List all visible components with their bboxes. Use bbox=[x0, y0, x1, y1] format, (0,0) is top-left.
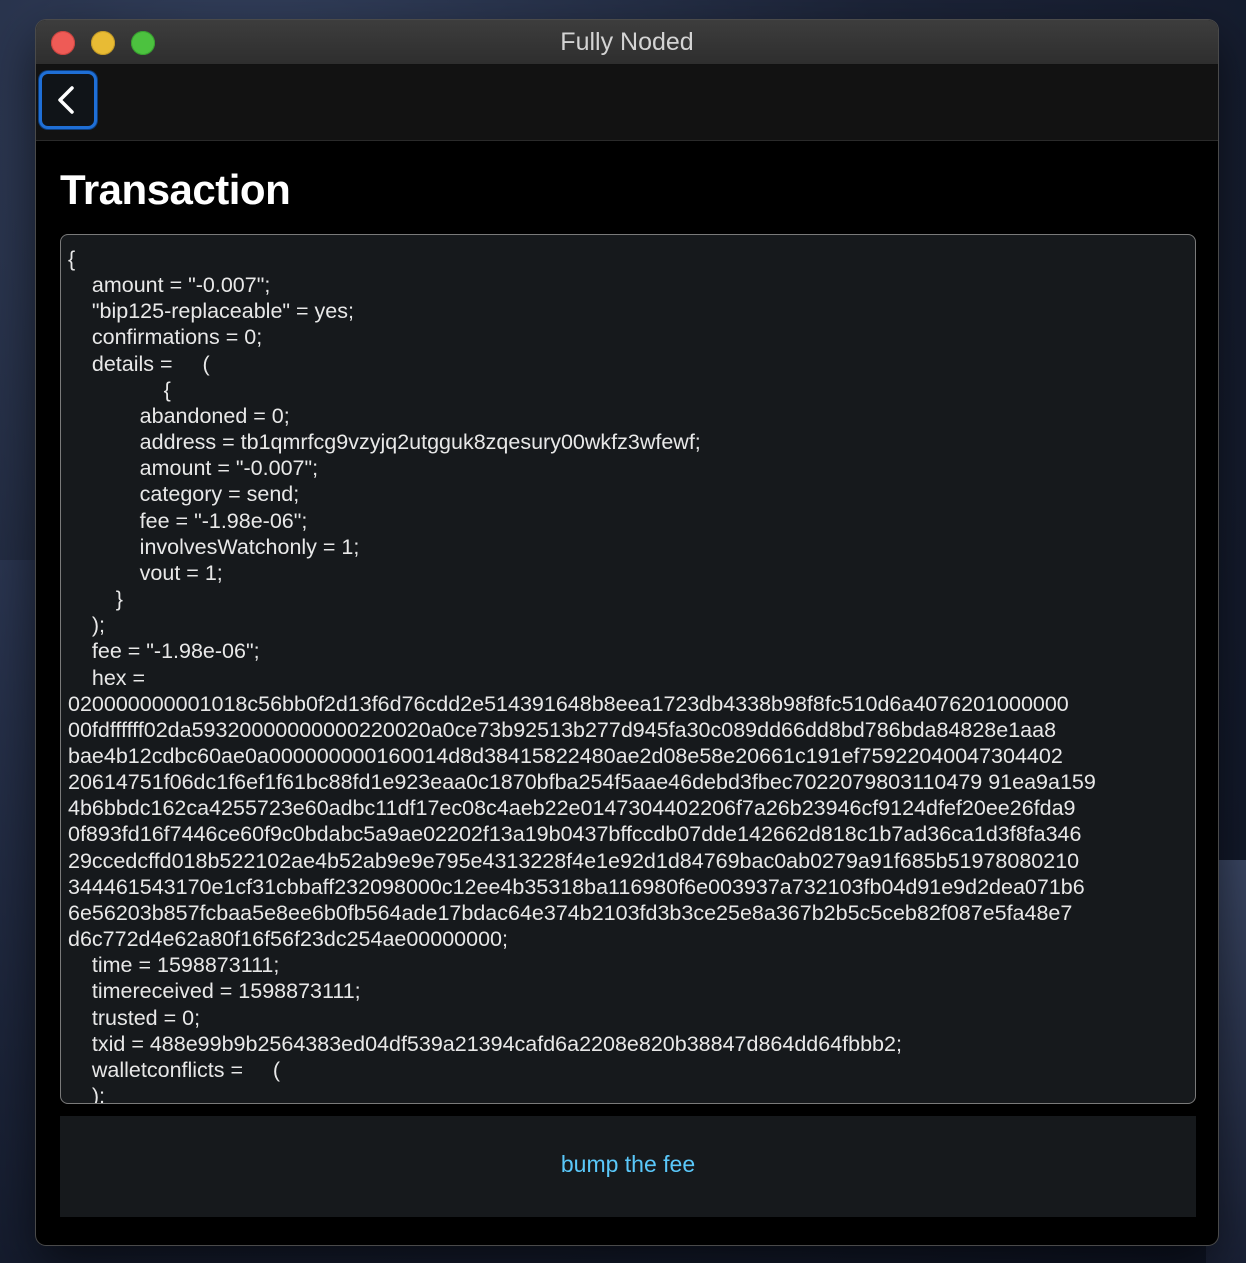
transaction-text-view[interactable]: { amount = "-0.007"; "bip125-replaceable… bbox=[60, 234, 1196, 1104]
title-bar[interactable]: Fully Noded bbox=[36, 20, 1218, 65]
bump-fee-button[interactable]: bump the fee bbox=[60, 1151, 1196, 1178]
navigation-bar bbox=[36, 65, 1218, 141]
window-title: Fully Noded bbox=[560, 28, 694, 56]
app-window: Fully Noded Transaction { amount = "-0.0… bbox=[36, 20, 1218, 1245]
back-button[interactable] bbox=[39, 71, 97, 129]
page-title: Transaction bbox=[60, 166, 291, 213]
transaction-json-text: { amount = "-0.007"; "bip125-replaceable… bbox=[68, 247, 1096, 1104]
chevron-left-icon bbox=[58, 86, 74, 114]
action-bar: bump the fee bbox=[60, 1116, 1196, 1217]
